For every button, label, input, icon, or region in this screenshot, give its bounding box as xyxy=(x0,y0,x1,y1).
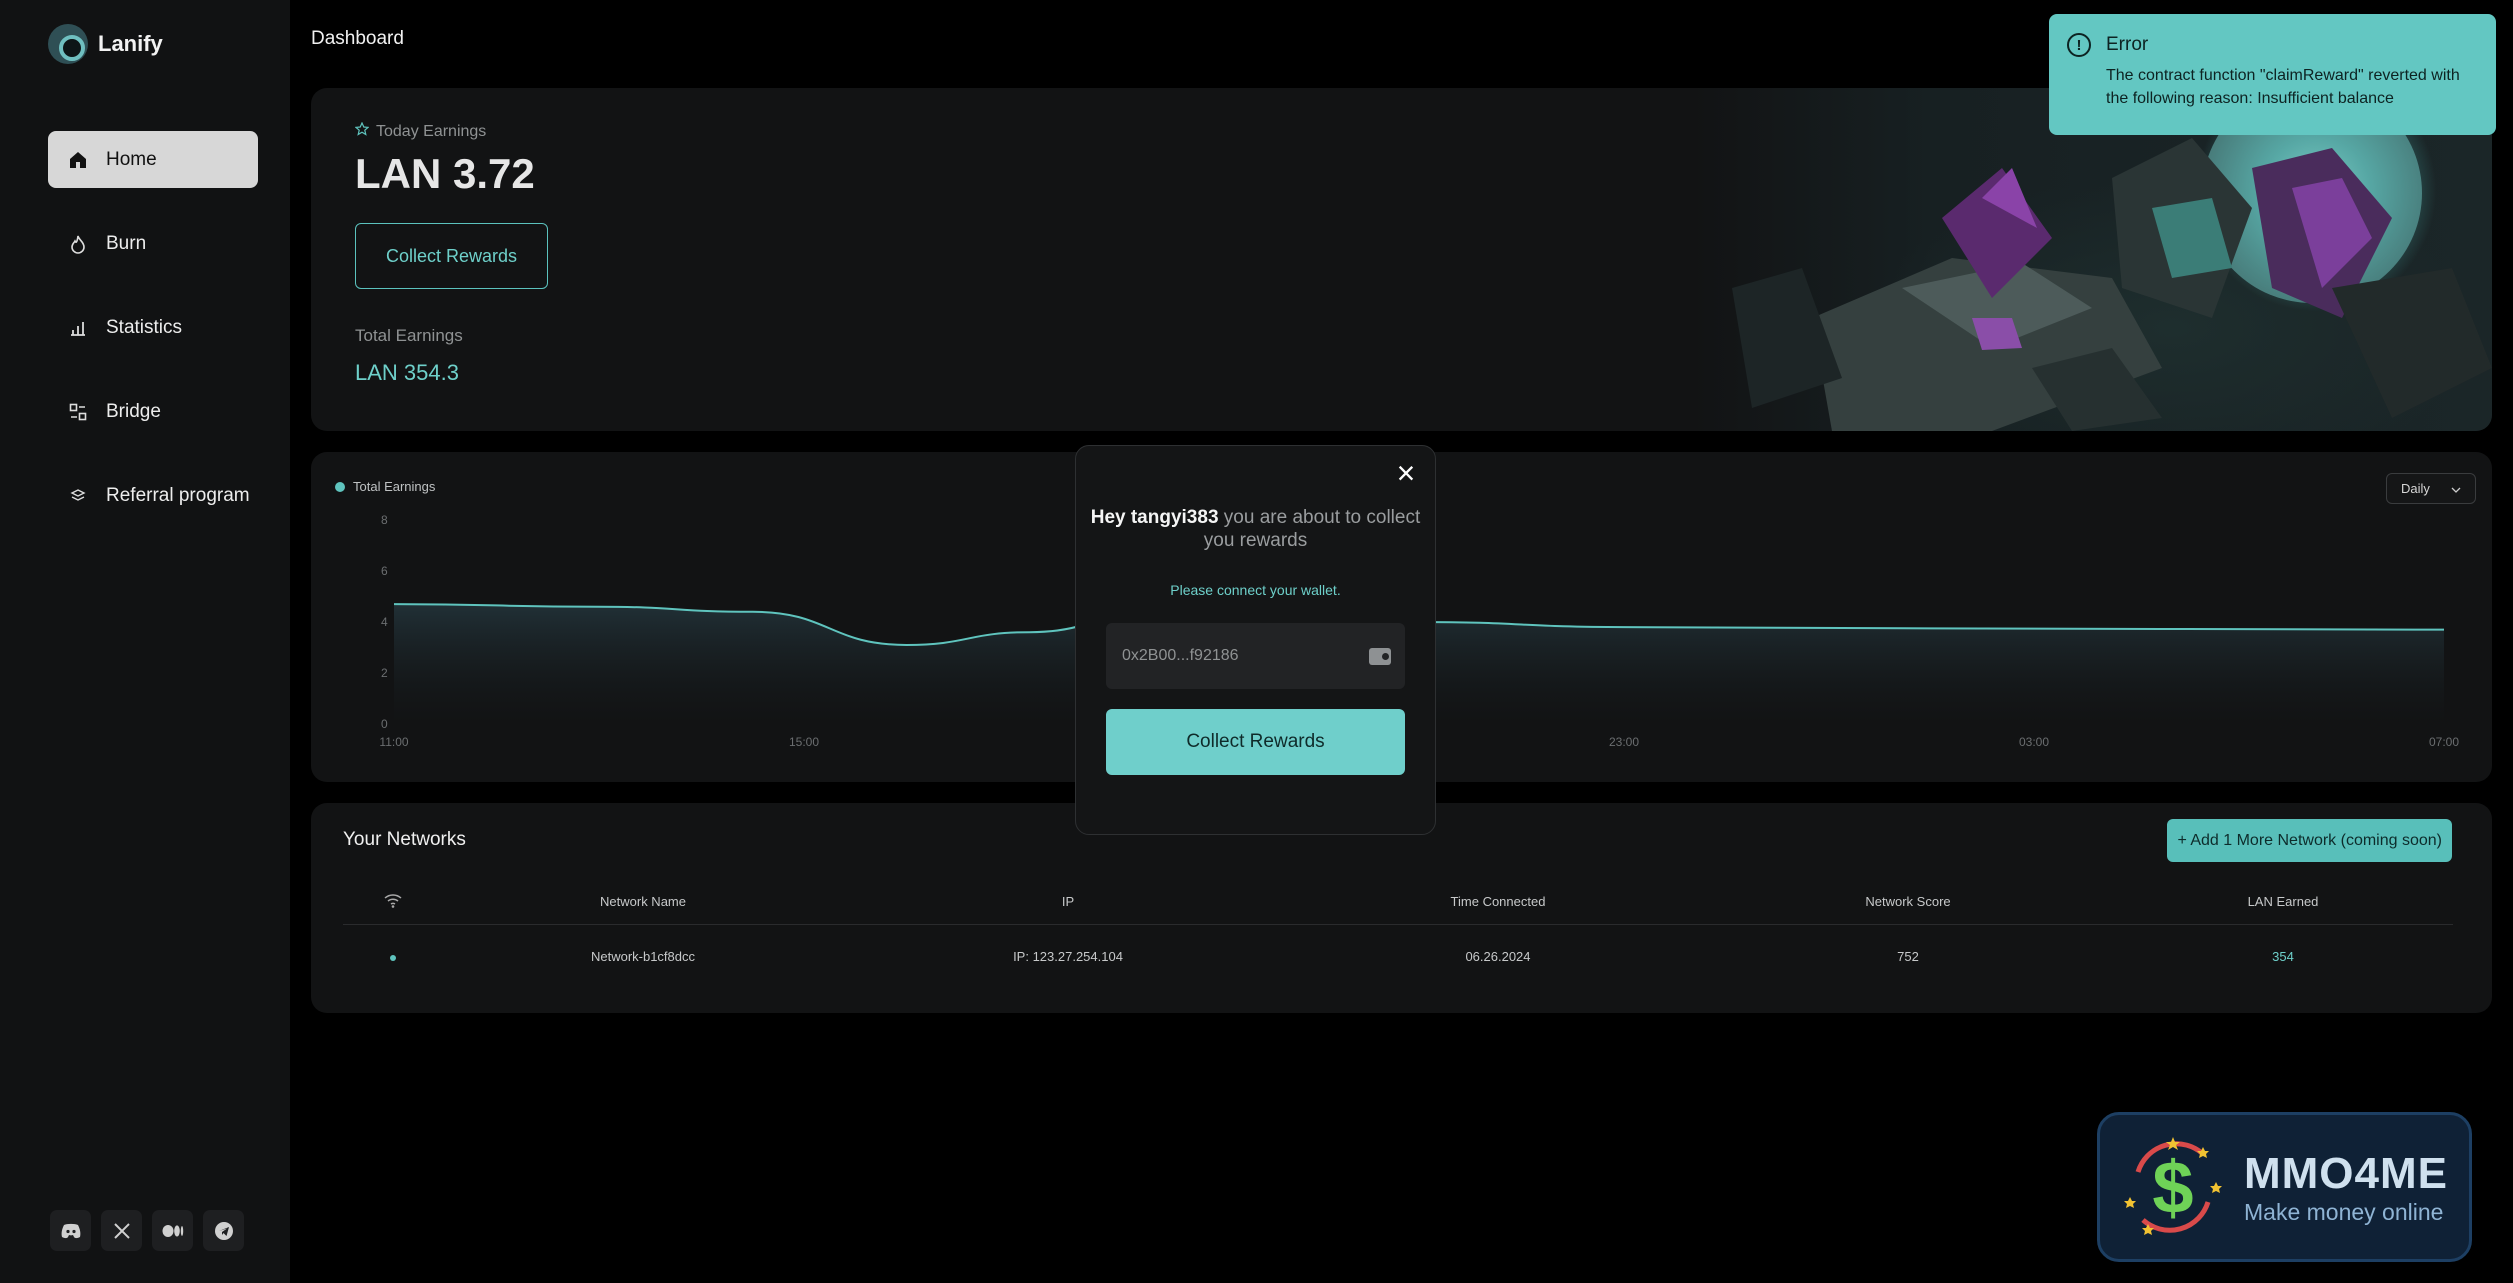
medium-icon[interactable] xyxy=(152,1210,193,1251)
alert-icon: ! xyxy=(2067,33,2091,57)
column-header: Network Score xyxy=(1865,894,1951,909)
x-tick-label: 23:00 xyxy=(1609,735,1639,749)
hero-image xyxy=(1692,88,2492,431)
social-links xyxy=(50,1210,244,1251)
x-icon[interactable] xyxy=(101,1210,142,1251)
wallet-field[interactable] xyxy=(1106,623,1405,689)
ip-cell: IP: 123.27.254.104 xyxy=(1013,948,1123,964)
x-tick-label: 15:00 xyxy=(789,735,819,749)
sidebar-nav: Home Burn Statistics Bridge Referral pro… xyxy=(48,131,258,551)
bridge-icon xyxy=(68,402,88,422)
sidebar-item-bridge[interactable]: Bridge xyxy=(48,383,258,440)
total-earnings-value: LAN 354.3 xyxy=(355,360,459,385)
y-tick-label: 6 xyxy=(381,564,388,578)
status-dot-icon xyxy=(390,954,396,961)
network-score-cell: 752 xyxy=(1897,948,1919,964)
add-network-button[interactable]: + Add 1 More Network (coming soon) xyxy=(2167,819,2452,862)
x-tick-label: 07:00 xyxy=(2429,735,2459,749)
x-tick-label: 11:00 xyxy=(379,735,408,749)
watermark-logo: $ MMO4ME Make money online xyxy=(2097,1112,2472,1262)
column-header: LAN Earned xyxy=(2247,894,2319,909)
sidebar-item-burn[interactable]: Burn xyxy=(48,215,258,272)
toast-title: Error xyxy=(2106,34,2149,55)
toast-message: The contract function "claimReward" reve… xyxy=(2106,67,2460,107)
layers-icon xyxy=(68,486,88,506)
collect-rewards-modal: × Hey tangyi383 you are about to collect… xyxy=(1075,445,1436,835)
today-earnings-value: LAN 3.72 xyxy=(355,150,535,197)
earnings-card: Today Earnings LAN 3.72 Collect Rewards … xyxy=(311,88,2492,431)
today-earnings-label: Today Earnings xyxy=(354,121,487,141)
logo-icon xyxy=(48,24,88,64)
modal-greeting-rest: you are about to collect you rewards xyxy=(1203,507,1421,551)
wifi-icon xyxy=(343,892,443,911)
time-connected-cell: 06.26.2024 xyxy=(1465,948,1531,964)
today-earnings-label-text: Today Earnings xyxy=(376,122,487,140)
watermark-tagline: Make money online xyxy=(2244,1198,2444,1225)
modal-subtitle: Please connect your wallet. xyxy=(1170,582,1341,598)
sidebar-item-label: Referral program xyxy=(106,484,250,506)
column-header: Network Name xyxy=(600,894,686,909)
sidebar-item-statistics[interactable]: Statistics xyxy=(48,299,258,356)
y-tick-label: 2 xyxy=(381,666,388,680)
y-tick-label: 8 xyxy=(381,513,388,527)
network-name-cell: Network-b1cf8dcc xyxy=(590,948,696,964)
home-icon xyxy=(68,150,88,170)
watermark-text: MMO4ME Make money online xyxy=(2244,1149,2448,1226)
page-title: Dashboard xyxy=(311,28,404,49)
sidebar-item-label: Statistics xyxy=(106,316,183,338)
modal-collect-rewards-button[interactable]: Collect Rewards xyxy=(1106,709,1405,775)
sidebar-item-referral[interactable]: Referral program xyxy=(48,467,258,524)
networks-table: Network Name IP Time Connected Network S… xyxy=(343,879,2453,987)
collect-rewards-button[interactable]: Collect Rewards xyxy=(355,223,548,289)
column-header: Time Connected xyxy=(1450,894,1546,909)
table-row[interactable]: Network-b1cf8dcc IP: 123.27.254.104 06.2… xyxy=(343,925,2453,987)
discord-icon[interactable] xyxy=(50,1210,91,1251)
status-cell xyxy=(343,949,443,964)
wallet-address-input[interactable] xyxy=(1122,647,1342,665)
logo[interactable]: Lanify xyxy=(48,24,163,64)
table-header: Network Name IP Time Connected Network S… xyxy=(343,879,2453,925)
sidebar-item-label: Burn xyxy=(106,232,147,254)
watermark-brand: MMO4ME xyxy=(2244,1148,2448,1198)
error-toast[interactable]: ! Error The contract function "claimRewa… xyxy=(2049,14,2496,135)
star-icon xyxy=(354,121,370,141)
y-tick-label: 0 xyxy=(381,717,388,731)
y-tick-label: 4 xyxy=(381,615,388,629)
bar-chart-icon xyxy=(68,318,88,338)
sidebar-item-label: Home xyxy=(106,148,157,170)
total-earnings-label: Total Earnings xyxy=(355,326,463,345)
sidebar-item-home[interactable]: Home xyxy=(48,131,258,188)
flame-icon xyxy=(68,234,88,254)
wallet-icon[interactable] xyxy=(1369,647,1391,665)
networks-title: Your Networks xyxy=(343,829,466,850)
column-header: IP xyxy=(1061,894,1075,909)
sidebar-item-label: Bridge xyxy=(106,400,161,422)
lan-earned-cell: 354 xyxy=(2272,948,2294,964)
x-tick-label: 03:00 xyxy=(2019,735,2049,749)
modal-greeting: Hey tangyi383 you are about to collect y… xyxy=(1076,506,1435,552)
dollar-coin-icon: $ xyxy=(2118,1132,2228,1242)
sidebar: Lanify Home Burn Statistics Bridge Refer… xyxy=(0,0,290,1283)
modal-greeting-user: Hey tangyi383 xyxy=(1090,507,1219,528)
close-icon[interactable]: × xyxy=(1391,455,1421,491)
app-name: Lanify xyxy=(98,31,163,56)
telegram-icon[interactable] xyxy=(203,1210,244,1251)
